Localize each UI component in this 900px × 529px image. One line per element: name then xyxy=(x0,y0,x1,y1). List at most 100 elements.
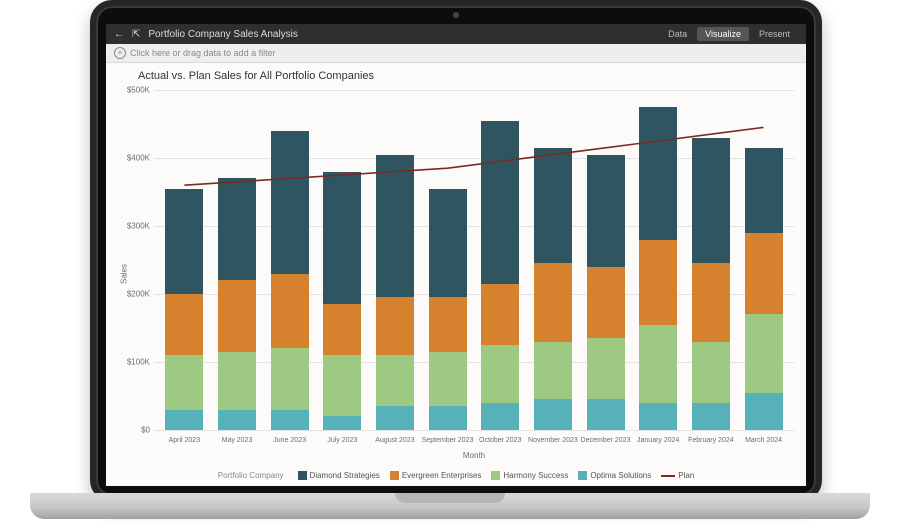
x-tick-label: September 2023 xyxy=(422,437,474,444)
bar-column[interactable]: March 2024 xyxy=(745,90,783,430)
bar-segment[interactable] xyxy=(376,355,414,406)
legend-item-optima[interactable]: Optima Solutions xyxy=(578,471,651,480)
bar-segment[interactable] xyxy=(639,325,677,403)
bar-segment[interactable] xyxy=(692,342,730,403)
bar-column[interactable]: February 2024 xyxy=(692,90,730,430)
bar-segment[interactable] xyxy=(692,263,730,341)
laptop-frame: ← ⇱ Portfolio Company Sales Analysis Dat… xyxy=(90,0,822,502)
bar-segment[interactable] xyxy=(323,416,361,430)
x-tick-label: January 2024 xyxy=(637,437,679,444)
filter-bar[interactable]: + Click here or drag data to add a filte… xyxy=(106,44,806,63)
bar-segment[interactable] xyxy=(218,178,256,280)
x-tick-label: February 2024 xyxy=(688,437,734,444)
legend-item-evergreen[interactable]: Evergreen Enterprises xyxy=(390,471,482,480)
bar-segment[interactable] xyxy=(323,355,361,416)
grid-line xyxy=(154,430,794,431)
bar-column[interactable]: November 2023 xyxy=(534,90,572,430)
bar-segment[interactable] xyxy=(639,240,677,325)
laptop-camera xyxy=(453,12,459,18)
bar-segment[interactable] xyxy=(481,403,519,430)
x-tick-label: May 2023 xyxy=(222,437,253,444)
bar-column[interactable]: January 2024 xyxy=(639,90,677,430)
x-tick-label: December 2023 xyxy=(581,437,631,444)
bar-column[interactable]: October 2023 xyxy=(481,90,519,430)
bar-segment[interactable] xyxy=(218,410,256,430)
bar-segment[interactable] xyxy=(429,352,467,406)
bar-segment[interactable] xyxy=(271,348,309,409)
bar-segment[interactable] xyxy=(429,189,467,298)
bar-segment[interactable] xyxy=(692,138,730,264)
filter-hint-text: Click here or drag data to add a filter xyxy=(130,48,276,58)
x-axis-title: Month xyxy=(463,451,485,460)
bar-segment[interactable] xyxy=(745,393,783,430)
x-tick-label: August 2023 xyxy=(375,437,414,444)
x-tick-label: March 2024 xyxy=(745,437,782,444)
bar-segment[interactable] xyxy=(165,189,203,294)
x-tick-label: October 2023 xyxy=(479,437,521,444)
bar-segment[interactable] xyxy=(587,155,625,267)
bar-group: April 2023 May 2023 June 2023 July 2023 Augu… xyxy=(154,90,794,430)
bar-segment[interactable] xyxy=(587,338,625,399)
bar-column[interactable]: May 2023 xyxy=(218,90,256,430)
bar-segment[interactable] xyxy=(534,263,572,341)
bar-segment[interactable] xyxy=(587,267,625,338)
y-tick-label: $500K xyxy=(114,86,150,95)
page-title: Portfolio Company Sales Analysis xyxy=(148,29,298,40)
bar-column[interactable]: April 2023 xyxy=(165,90,203,430)
bar-column[interactable]: July 2023 xyxy=(323,90,361,430)
bar-segment[interactable] xyxy=(271,131,309,274)
bar-segment[interactable] xyxy=(639,403,677,430)
x-tick-label: November 2023 xyxy=(528,437,578,444)
y-tick-label: $300K xyxy=(114,222,150,231)
bar-segment[interactable] xyxy=(218,280,256,351)
bar-segment[interactable] xyxy=(481,284,519,345)
app-titlebar: ← ⇱ Portfolio Company Sales Analysis Dat… xyxy=(106,24,806,44)
bar-segment[interactable] xyxy=(745,233,783,315)
chart-glyph-icon: ⇱ xyxy=(132,29,140,40)
legend-item-diamond[interactable]: Diamond Strategies xyxy=(298,471,380,480)
bar-segment[interactable] xyxy=(165,410,203,430)
back-icon[interactable]: ← xyxy=(114,29,124,40)
x-tick-label: April 2023 xyxy=(169,437,201,444)
bar-segment[interactable] xyxy=(481,121,519,284)
x-tick-label: June 2023 xyxy=(273,437,306,444)
add-filter-icon[interactable]: + xyxy=(114,47,126,59)
legend-item-plan[interactable]: Plan xyxy=(661,471,694,480)
bar-segment[interactable] xyxy=(587,399,625,430)
bar-segment[interactable] xyxy=(534,148,572,264)
bar-column[interactable]: June 2023 xyxy=(271,90,309,430)
plot-area: $0$100K$200K$300K$400K$500K April 2023Ma… xyxy=(154,90,794,430)
bar-segment[interactable] xyxy=(534,399,572,430)
bar-segment[interactable] xyxy=(376,406,414,430)
bar-segment[interactable] xyxy=(429,406,467,430)
swatch-icon xyxy=(661,475,675,477)
bar-segment[interactable] xyxy=(429,297,467,351)
bar-segment[interactable] xyxy=(271,410,309,430)
swatch-icon xyxy=(578,471,587,480)
bar-segment[interactable] xyxy=(481,345,519,403)
bar-segment[interactable] xyxy=(323,172,361,305)
bar-segment[interactable] xyxy=(534,342,572,400)
bar-segment[interactable] xyxy=(165,294,203,355)
x-tick-label: July 2023 xyxy=(327,437,357,444)
chart-canvas: Actual vs. Plan Sales for All Portfolio … xyxy=(106,62,806,486)
bar-segment[interactable] xyxy=(692,403,730,430)
bar-segment[interactable] xyxy=(376,155,414,298)
legend-item-harmony[interactable]: Harmony Success xyxy=(491,471,568,480)
app-screen: ← ⇱ Portfolio Company Sales Analysis Dat… xyxy=(106,24,806,486)
bar-segment[interactable] xyxy=(165,355,203,409)
bar-segment[interactable] xyxy=(639,107,677,240)
tab-data[interactable]: Data xyxy=(660,27,695,41)
bar-segment[interactable] xyxy=(218,352,256,410)
bar-segment[interactable] xyxy=(745,314,783,392)
bar-segment[interactable] xyxy=(323,304,361,355)
bar-segment[interactable] xyxy=(376,297,414,355)
bar-column[interactable]: December 2023 xyxy=(587,90,625,430)
bar-column[interactable]: August 2023 xyxy=(376,90,414,430)
bar-column[interactable]: September 2023 xyxy=(429,90,467,430)
tab-visualize[interactable]: Visualize xyxy=(697,27,749,41)
bar-segment[interactable] xyxy=(745,148,783,233)
tab-present[interactable]: Present xyxy=(751,27,798,41)
bar-segment[interactable] xyxy=(271,274,309,349)
laptop-base xyxy=(30,493,870,519)
